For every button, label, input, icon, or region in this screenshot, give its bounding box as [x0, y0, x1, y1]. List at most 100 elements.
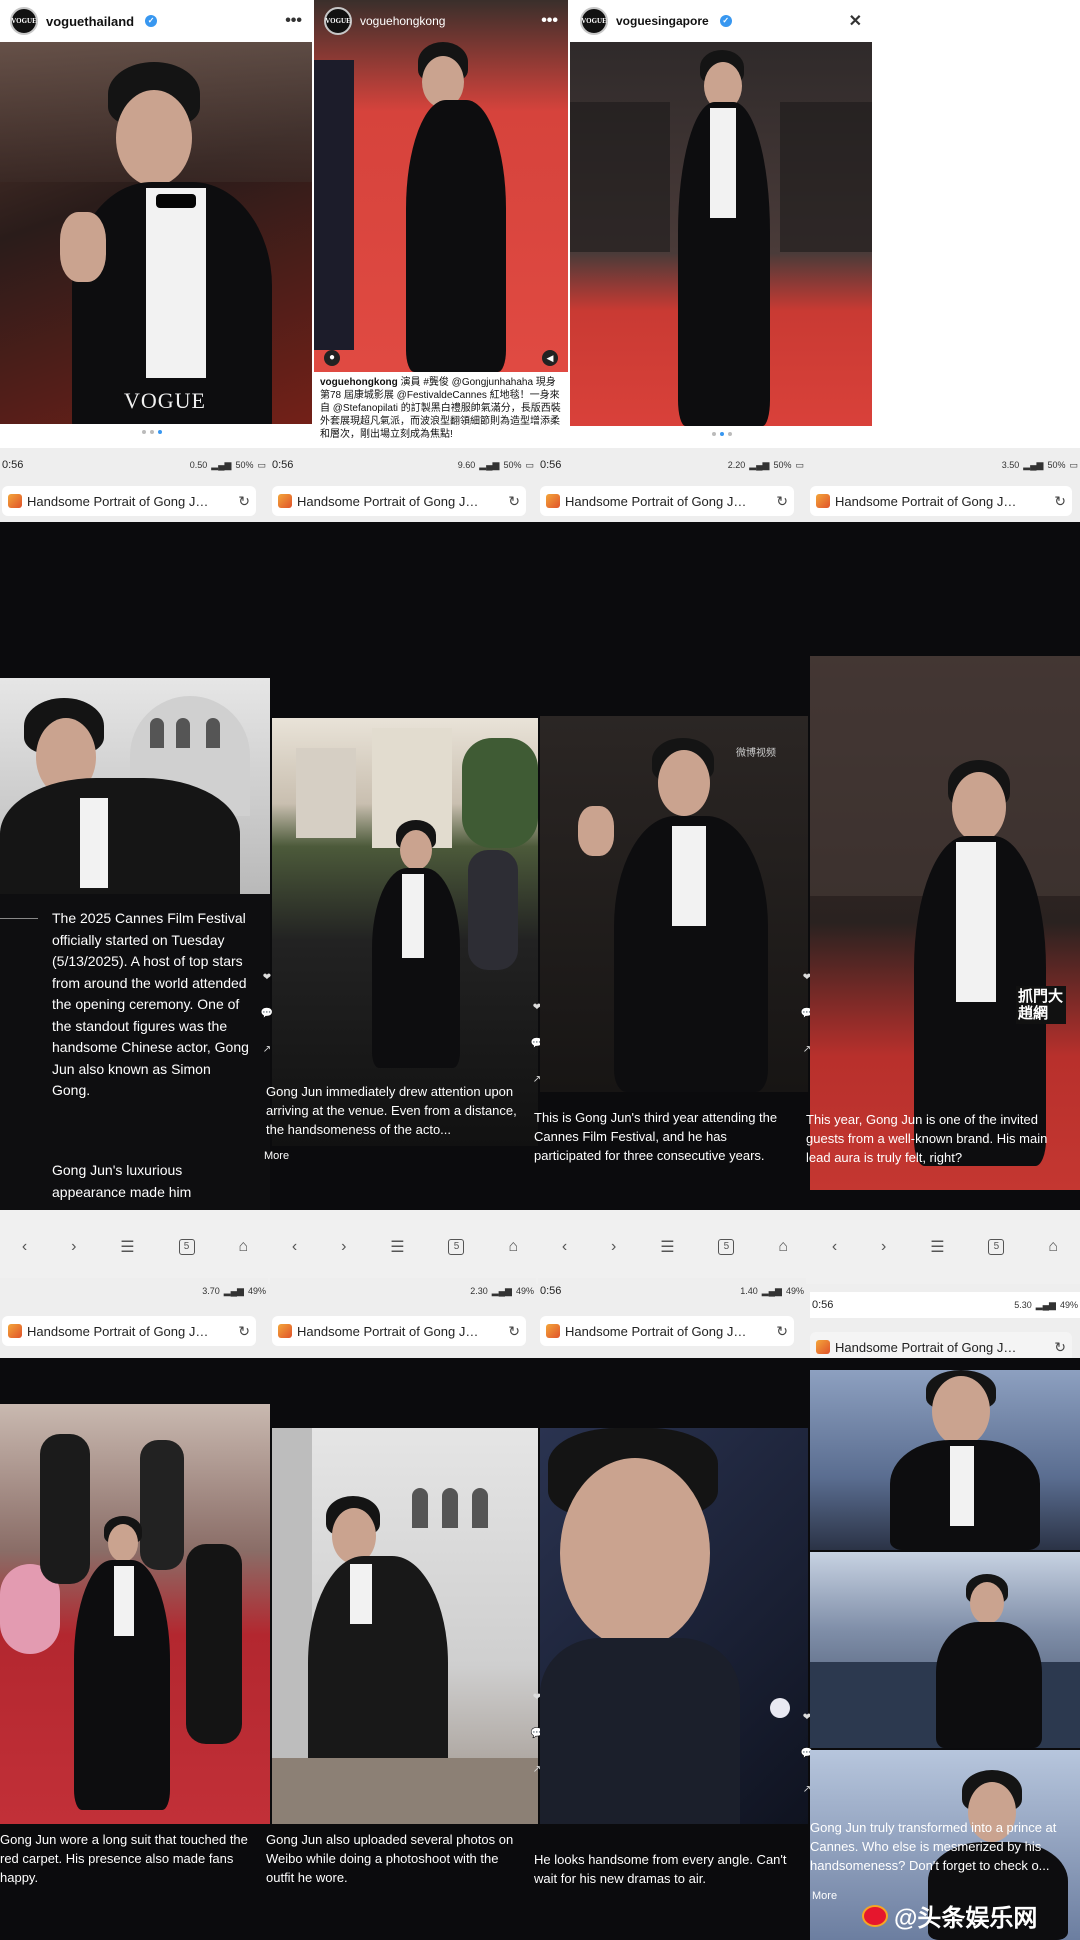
ig-post-vogue-singapore[interactable]: VOGUE voguesingapore ✓ ✕ [570, 0, 872, 440]
back-icon[interactable]: ‹ [22, 1238, 27, 1256]
article-photo[interactable] [0, 678, 270, 894]
tab-title: Handsome Portrait of Gong J… [565, 1323, 747, 1339]
site-favicon [278, 494, 292, 508]
article-photo[interactable] [272, 1428, 538, 1824]
site-favicon [546, 1324, 560, 1338]
article-caption: Gong Jun also uploaded several photos on… [266, 1832, 514, 1885]
reload-icon[interactable]: ↻ [776, 493, 788, 510]
tabs-icon[interactable]: 5 [448, 1239, 465, 1255]
back-icon[interactable]: ‹ [292, 1238, 297, 1256]
account-name[interactable]: voguethailand [46, 14, 134, 29]
tabs-icon[interactable]: 5 [178, 1239, 195, 1255]
reload-icon[interactable]: ↻ [238, 493, 250, 510]
reload-icon[interactable]: ↻ [508, 493, 520, 510]
status-bar-4: 3.50 ▂▄▆ 50% ▭ [808, 452, 1080, 478]
home-icon[interactable]: ⌂ [508, 1238, 518, 1256]
post-photo[interactable] [570, 42, 872, 426]
close-icon[interactable]: ✕ [849, 11, 862, 31]
site-logo-badge: 抓門大趙網 [1016, 986, 1066, 1024]
signal-icon: ▂▄▆ [211, 459, 232, 470]
ig-post-vogue-hongkong[interactable]: VOGUE voguehongkong ••• ● ◀ voguehongkon… [314, 0, 568, 440]
clock: 0:56 [812, 1299, 834, 1311]
status-bar-1: 0:56 0.50 ▂▄▆ 50% ▭ [0, 452, 268, 478]
article-photo[interactable] [810, 1552, 1080, 1748]
menu-icon[interactable]: ☰ [390, 1237, 404, 1257]
address-bar[interactable]: Handsome Portrait of Gong J… ↻ [540, 1316, 794, 1346]
battery-icon: ▭ [1069, 459, 1078, 470]
article-paragraph: The 2025 Cannes Film Festival officially… [52, 910, 249, 1098]
site-watermark: @头条娱乐网 [862, 1898, 1037, 1933]
more-options-icon[interactable]: ••• [285, 12, 302, 30]
account-name[interactable]: voguesingapore [616, 14, 709, 28]
home-icon[interactable]: ⌂ [778, 1238, 788, 1256]
battery-icon: ▭ [795, 459, 804, 470]
carousel-dots [142, 430, 162, 434]
site-favicon [816, 1340, 830, 1354]
status-bar-2: 0:56 9.60 ▂▄▆ 50% ▭ [270, 452, 536, 478]
home-icon[interactable]: ⌂ [238, 1238, 248, 1256]
signal-icon: ▂▄▆ [749, 459, 770, 470]
ig-post-vogue-thailand[interactable]: VOGUE voguethailand ✓ ••• VOGUE [0, 0, 312, 440]
more-link[interactable]: More [264, 1150, 289, 1162]
forward-icon[interactable]: › [341, 1238, 346, 1256]
address-bar[interactable]: Handsome Portrait of Gong J… ↻ [810, 486, 1072, 516]
site-favicon [816, 494, 830, 508]
battery-icon: ▭ [257, 459, 266, 470]
menu-icon[interactable]: ☰ [120, 1237, 134, 1257]
menu-icon[interactable]: ☰ [930, 1237, 944, 1257]
weibo-logo-icon [862, 1904, 888, 1927]
vogue-watermark: VOGUE [124, 388, 206, 413]
status-bar-5: 3.70 ▂▄▆ 49% [0, 1278, 268, 1304]
reload-icon[interactable]: ↻ [1054, 1339, 1066, 1356]
address-bar[interactable]: Handsome Portrait of Gong J… ↻ [2, 486, 256, 516]
watermark-text: @头条娱乐网 [894, 1905, 1038, 1932]
vogue-avatar[interactable]: VOGUE [324, 7, 352, 35]
article-caption: This is Gong Jun's third year attending … [534, 1110, 778, 1163]
article-paragraph-2: Gong Jun's luxurious appearance made him [52, 1162, 192, 1200]
address-bar[interactable]: Handsome Portrait of Gong J… ↻ [2, 1316, 256, 1346]
forward-icon[interactable]: › [881, 1238, 886, 1256]
weibo-video-mark: 微博视频 [736, 748, 776, 759]
vogue-avatar[interactable]: VOGUE [10, 7, 38, 35]
post-photo[interactable]: VOGUE voguehongkong ••• ● ◀ [314, 0, 568, 372]
ig-post-header: VOGUE voguethailand ✓ ••• [0, 0, 312, 42]
more-link[interactable]: More [812, 1890, 837, 1902]
mute-icon[interactable]: ◀ [542, 350, 558, 366]
clock: 0:56 [2, 459, 24, 471]
reload-icon[interactable]: ↻ [776, 1323, 788, 1340]
ig-post-header: VOGUE voguehongkong ••• [314, 0, 568, 42]
back-icon[interactable]: ‹ [832, 1238, 837, 1256]
forward-icon[interactable]: › [611, 1238, 616, 1256]
article-text-panel: The 2025 Cannes Film Festival officially… [0, 894, 270, 1210]
caption-account[interactable]: voguehongkong [320, 377, 398, 388]
account-name[interactable]: voguehongkong [360, 14, 445, 28]
home-icon[interactable]: ⌂ [1048, 1238, 1058, 1256]
more-options-icon[interactable]: ••• [541, 12, 558, 30]
address-bar[interactable]: Handsome Portrait of Gong J… ↻ [272, 1316, 526, 1346]
browser-nav-bar: ‹ › ☰ 5 ⌂ ‹ › ☰ 5 ⌂ ‹ › ☰ 5 ⌂ ‹ › ☰ 5 ⌂ [0, 1210, 1080, 1284]
article-photo[interactable]: 微博视频 [540, 716, 808, 1092]
article-photo[interactable] [0, 1404, 270, 1824]
reload-icon[interactable]: ↻ [1054, 493, 1066, 510]
tabs-icon[interactable]: 5 [988, 1239, 1005, 1255]
menu-icon[interactable]: ☰ [660, 1237, 674, 1257]
article-photo[interactable] [810, 1370, 1080, 1550]
article-caption: Gong Jun wore a long suit that touched t… [0, 1832, 248, 1885]
signal-icon: ▂▄▆ [479, 459, 500, 470]
reload-icon[interactable]: ↻ [508, 1323, 520, 1340]
tabs-icon[interactable]: 5 [718, 1239, 735, 1255]
clock: 0:56 [540, 1285, 562, 1297]
reload-icon[interactable]: ↻ [238, 1323, 250, 1340]
article-photo[interactable] [540, 1428, 808, 1824]
vogue-avatar[interactable]: VOGUE [580, 7, 608, 35]
article-caption: This year, Gong Jun is one of the invite… [806, 1112, 1048, 1165]
divider [0, 918, 38, 919]
forward-icon[interactable]: › [71, 1238, 76, 1256]
profile-icon[interactable]: ● [324, 350, 340, 366]
back-icon[interactable]: ‹ [562, 1238, 567, 1256]
post-photo[interactable]: VOGUE [0, 42, 312, 424]
address-bar[interactable]: Handsome Portrait of Gong J… ↻ [272, 486, 526, 516]
site-favicon [8, 494, 22, 508]
address-bar[interactable]: Handsome Portrait of Gong J… ↻ [540, 486, 794, 516]
site-favicon [546, 494, 560, 508]
